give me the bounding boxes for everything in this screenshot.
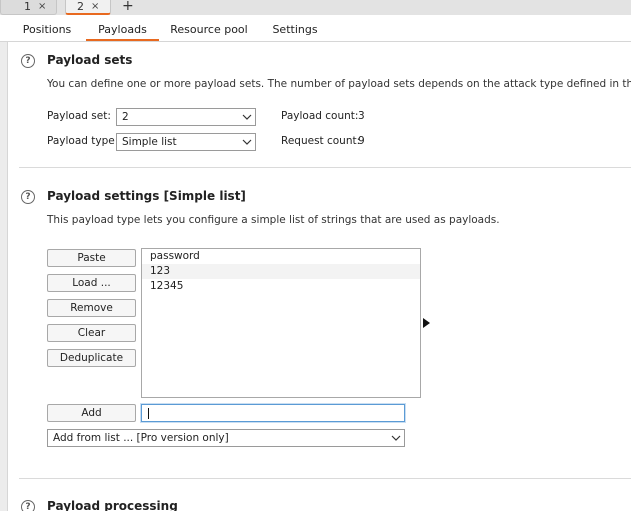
mouse-pointer-icon xyxy=(423,318,430,328)
list-item[interactable]: password xyxy=(142,249,420,264)
payload-sets-description: You can define one or more payload sets.… xyxy=(47,78,631,90)
section-divider xyxy=(19,167,631,168)
payload-settings-description: This payload type lets you configure a s… xyxy=(47,214,500,226)
list-item[interactable]: 123 xyxy=(142,264,420,279)
left-edge-bar xyxy=(0,42,8,511)
payload-set-label: Payload set: xyxy=(47,110,111,122)
paste-button[interactable]: Paste xyxy=(47,249,136,267)
chevron-down-icon xyxy=(391,435,401,441)
clear-button[interactable]: Clear xyxy=(47,324,136,342)
list-item[interactable]: 12345 xyxy=(142,279,420,294)
payload-sets-title: Payload sets xyxy=(47,53,133,67)
sub-tab-bar: Positions Payloads Resource pool Setting… xyxy=(0,15,631,42)
add-button[interactable]: Add xyxy=(47,404,136,422)
tab-positions[interactable]: Positions xyxy=(16,15,78,41)
remove-button[interactable]: Remove xyxy=(47,299,136,317)
add-from-list-value: Add from list ... [Pro version only] xyxy=(53,432,229,444)
help-icon[interactable]: ? xyxy=(21,54,35,68)
payload-type-label: Payload type: xyxy=(47,135,119,147)
add-tab-icon[interactable]: + xyxy=(122,0,134,14)
add-from-list-select[interactable]: Add from list ... [Pro version only] xyxy=(47,429,405,447)
section-divider xyxy=(19,478,631,479)
payload-count-value: 3 xyxy=(358,110,365,122)
tab-settings[interactable]: Settings xyxy=(265,15,325,41)
payload-set-value: 2 xyxy=(122,111,129,123)
payload-type-select[interactable]: Simple list xyxy=(116,133,256,151)
add-payload-input[interactable] xyxy=(140,403,406,423)
deduplicate-button[interactable]: Deduplicate xyxy=(47,349,136,367)
attack-tab-1[interactable]: 1 × xyxy=(0,0,57,15)
attack-tab-2[interactable]: 2 × xyxy=(65,0,111,15)
payload-processing-title: Payload processing xyxy=(47,499,178,511)
chevron-down-icon xyxy=(242,114,252,120)
help-icon[interactable]: ? xyxy=(21,190,35,204)
attack-tab-label: 2 xyxy=(77,0,84,13)
payload-type-value: Simple list xyxy=(122,136,177,148)
text-caret xyxy=(148,408,149,419)
payload-settings-title: Payload settings [Simple list] xyxy=(47,189,246,203)
tab-resource-pool[interactable]: Resource pool xyxy=(168,15,250,41)
intruder-payloads-view: 1 × 2 × + Positions Payloads Resource po… xyxy=(0,0,631,511)
payload-count-label: Payload count: xyxy=(281,110,359,122)
chevron-down-icon xyxy=(242,139,252,145)
help-icon[interactable]: ? xyxy=(21,500,35,511)
close-icon[interactable]: × xyxy=(91,0,99,13)
tab-payloads[interactable]: Payloads xyxy=(86,15,159,41)
payload-list[interactable]: password 123 12345 xyxy=(141,248,421,398)
request-count-label: Request count: xyxy=(281,135,361,147)
close-icon[interactable]: × xyxy=(38,0,46,13)
request-count-value: 9 xyxy=(358,135,365,147)
attack-tab-strip: 1 × 2 × + xyxy=(0,0,631,15)
payload-set-select[interactable]: 2 xyxy=(116,108,256,126)
attack-tab-label: 1 xyxy=(24,0,31,13)
load-button[interactable]: Load ... xyxy=(47,274,136,292)
